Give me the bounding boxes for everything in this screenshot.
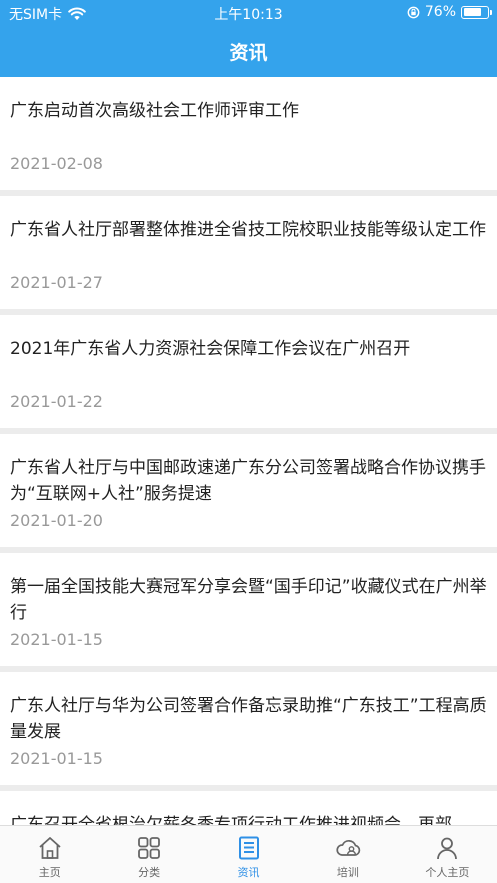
news-item[interactable]: 广东启动首次高级社会工作师评审工作 2021-02-08 (0, 77, 497, 190)
header: 无SIM卡 上午10:13 76% 资讯 (0, 0, 497, 77)
news-title: 广东启动首次高级社会工作师评审工作 (10, 101, 299, 121)
news-date: 2021-02-08 (10, 154, 103, 173)
news-date: 2021-01-27 (10, 273, 103, 292)
news-item[interactable]: 广东召开全省根治欠薪冬季专项行动工作推进视频会，再部 (0, 791, 497, 825)
news-list[interactable]: 广东启动首次高级社会工作师评审工作 2021-02-08 广东省人社厅部署整体推进全… (0, 77, 497, 825)
tab-bar: 主页 分类 资讯 培训 个人主页 (0, 825, 497, 883)
news-title: 第一届全国技能大赛冠军分享会暨“国手印记”收藏仪式在广州举行 (10, 577, 487, 623)
news-item[interactable]: 第一届全国技能大赛冠军分享会暨“国手印记”收藏仪式在广州举行 2021-01-15 (0, 553, 497, 666)
tab-home[interactable]: 主页 (0, 826, 99, 883)
news-icon (238, 836, 259, 860)
orientation-lock-icon (407, 6, 420, 18)
tab-label: 资讯 (237, 866, 260, 879)
battery-percent: 76% (424, 4, 456, 20)
tab-label: 培训 (336, 866, 359, 879)
cloud-people-icon (336, 839, 361, 856)
home-icon (39, 837, 61, 859)
news-title: 广东召开全省根治欠薪冬季专项行动工作推进视频会，再部 (10, 815, 452, 825)
news-title: 广东人社厅与华为公司签署合作备忘录助推“广东技工”工程高质量发展 (10, 696, 487, 742)
news-date: 2021-01-15 (10, 749, 103, 768)
tab-label: 主页 (38, 866, 61, 879)
tab-grid[interactable]: 分类 (99, 826, 198, 883)
tab-news[interactable]: 资讯 (199, 826, 298, 883)
tab-label: 分类 (138, 866, 161, 879)
news-item[interactable]: 2021年广东省人力资源社会保障工作会议在广州召开 2021-01-22 (0, 315, 497, 428)
grid-icon (138, 837, 161, 859)
page-title: 资讯 (229, 42, 268, 64)
status-bar: 无SIM卡 上午10:13 76% (0, 0, 497, 26)
news-item[interactable]: 广东省人社厅部署整体推进全省技工院校职业技能等级认定工作 2021-01-27 (0, 196, 497, 309)
news-item[interactable]: 广东省人社厅与中国邮政速递广东分公司签署战略合作协议携手为“互联网+人社”服务提… (0, 434, 497, 547)
person-icon (437, 837, 458, 860)
battery-icon (461, 5, 492, 19)
news-date: 2021-01-20 (10, 511, 103, 530)
news-date: 2021-01-22 (10, 392, 103, 411)
news-title: 广东省人社厅部署整体推进全省技工院校职业技能等级认定工作 (10, 220, 486, 240)
news-date: 2021-01-15 (10, 630, 103, 649)
news-title: 广东省人社厅与中国邮政速递广东分公司签署战略合作协议携手为“互联网+人社”服务提… (10, 458, 486, 504)
tab-cloud-people[interactable]: 培训 (298, 826, 397, 883)
tab-person[interactable]: 个人主页 (398, 826, 497, 883)
news-title: 2021年广东省人力资源社会保障工作会议在广州召开 (10, 339, 411, 359)
news-item[interactable]: 广东人社厅与华为公司签署合作备忘录助推“广东技工”工程高质量发展 2021-01-… (0, 672, 497, 785)
tab-label: 个人主页 (425, 866, 470, 879)
